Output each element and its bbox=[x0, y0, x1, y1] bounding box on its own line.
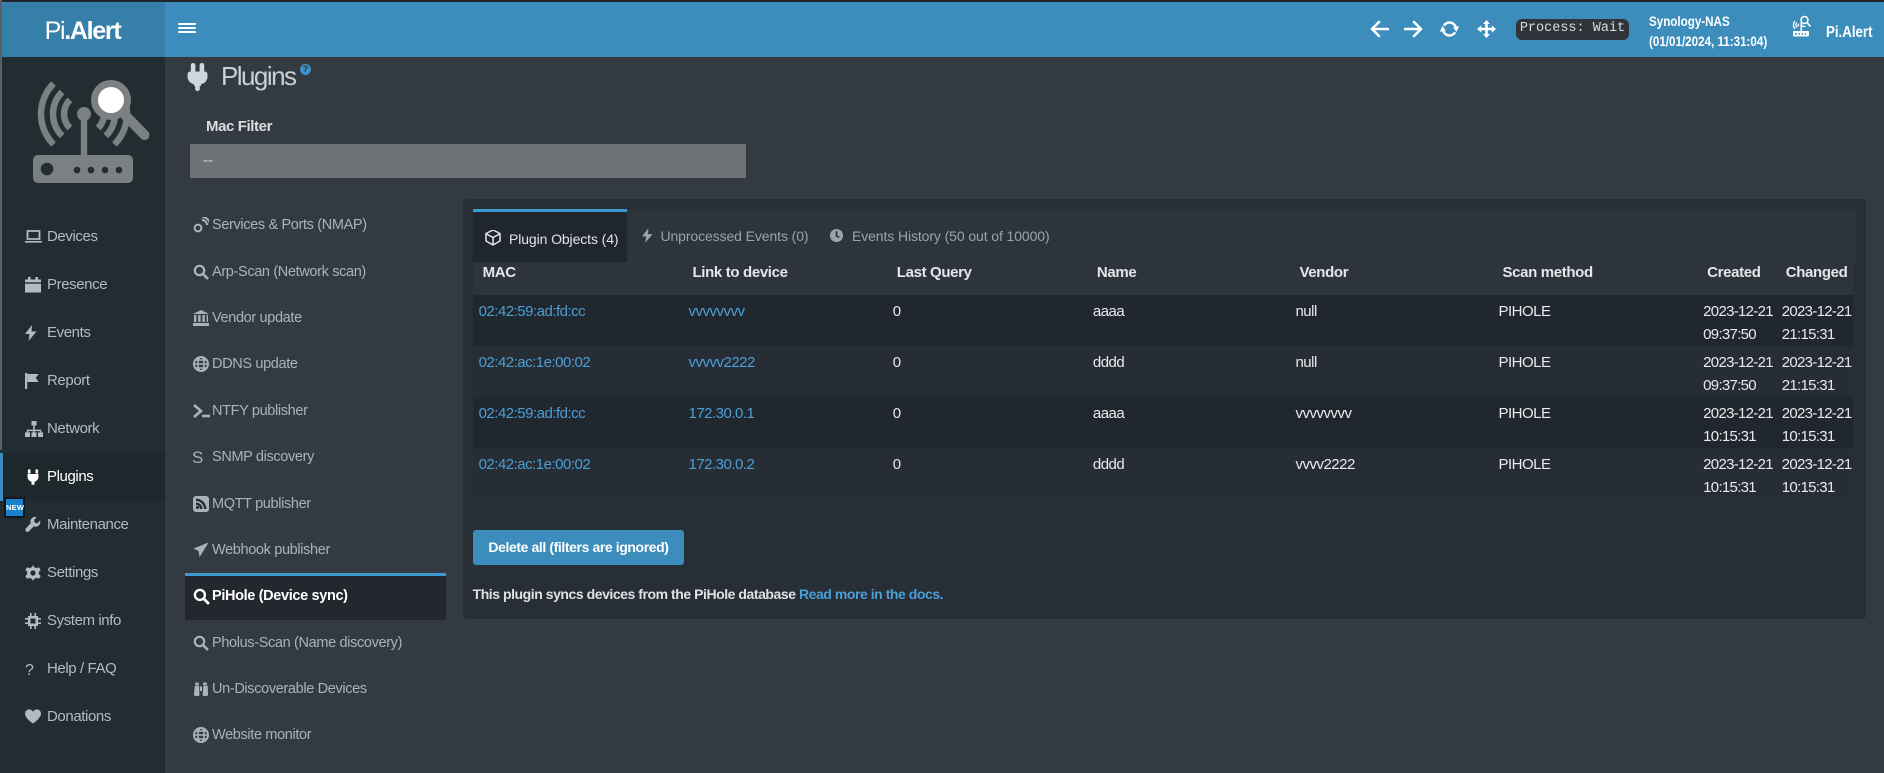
svg-text:S: S bbox=[193, 449, 203, 465]
svg-text:?: ? bbox=[25, 662, 34, 677]
